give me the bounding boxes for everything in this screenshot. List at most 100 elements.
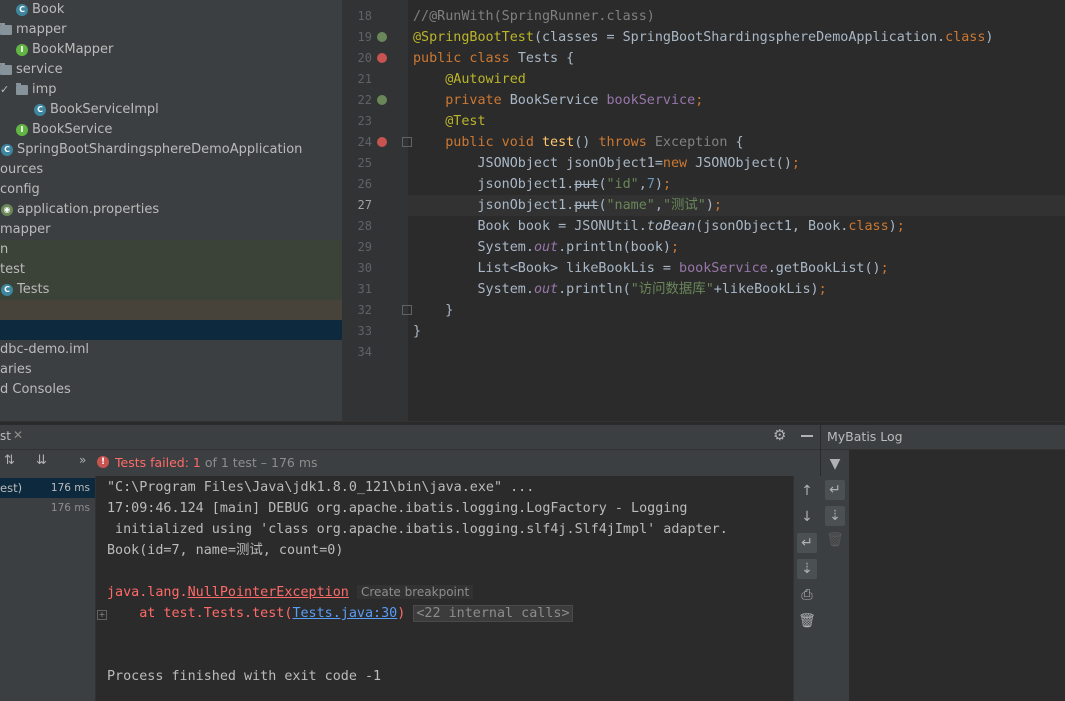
test-result-row[interactable]: 176 ms <box>0 498 95 518</box>
print-icon[interactable]: ⎙ <box>797 585 817 605</box>
code-line[interactable]: @SpringBootTest(classes = SpringBootShar… <box>413 27 993 48</box>
code-token: (classes = SpringBootShardingsphereDemoA… <box>533 30 946 45</box>
code-line[interactable]: JSONObject jsonObject1=new JSONObject(); <box>413 153 800 174</box>
test-duration: 176 ms <box>50 502 90 514</box>
tree-item[interactable]: mapper <box>0 220 350 240</box>
tree-item[interactable] <box>0 320 350 340</box>
settings-gear-icon[interactable]: ⚙ <box>773 426 786 444</box>
tree-item[interactable]: C BookServiceImpl <box>0 100 350 120</box>
line-number: 28 <box>357 219 372 233</box>
code-line[interactable]: jsonObject1.put("name","测试"); <box>413 195 721 216</box>
tree-item[interactable]: C Tests <box>0 280 350 300</box>
code-token: } <box>413 324 422 339</box>
test-duration: 176 ms <box>50 482 90 494</box>
tests-failed-label: Tests failed: 1 <box>115 455 201 470</box>
mybatis-log-area[interactable] <box>849 450 1065 701</box>
down-arrow-icon[interactable]: ↓ <box>797 507 817 527</box>
tree-item-label: n <box>0 242 9 257</box>
fold-icon[interactable] <box>402 305 412 315</box>
tree-item-label: Book <box>32 2 65 17</box>
run-tab-label[interactable]: st <box>0 429 11 443</box>
exception-link[interactable]: NullPointerException <box>188 585 349 600</box>
tree-item[interactable]: C Book <box>0 0 350 20</box>
code-line[interactable]: } <box>413 300 453 321</box>
code-token: ; <box>896 219 905 234</box>
spring-bean-icon[interactable] <box>377 32 387 42</box>
tree-item-label: mapper <box>0 222 51 237</box>
tree-item-label: test <box>0 262 25 277</box>
tree-item[interactable]: aries <box>0 360 350 380</box>
run-test-method-icon[interactable] <box>377 137 387 147</box>
sort-icon[interactable]: ⇅ <box>4 453 15 468</box>
code-token: .getBookList() <box>767 261 881 276</box>
code-token: Book book = JSONUtil. <box>413 219 647 234</box>
scroll-to-end-icon[interactable]: ⇣ <box>825 506 845 526</box>
at-close: ) <box>397 606 406 621</box>
code-token: ; <box>818 282 827 297</box>
code-line[interactable]: //@RunWith(SpringRunner.class) <box>413 6 655 27</box>
minimize-icon[interactable] <box>801 435 813 437</box>
tree-item[interactable]: d Consoles <box>0 380 350 400</box>
test-status: Tests failed: 1 of 1 test – 176 ms <box>115 455 318 470</box>
tree-item[interactable]: service <box>0 60 350 80</box>
code-line[interactable]: jsonObject1.put("id",7); <box>413 174 671 195</box>
line-number: 24 <box>357 135 372 149</box>
more-icon[interactable]: » <box>79 453 86 467</box>
code-line[interactable]: List<Book> likeBookLis = bookService.get… <box>413 258 888 279</box>
code-token: } <box>413 303 454 318</box>
expand-icon[interactable]: + <box>97 610 107 620</box>
code-line[interactable]: private BookService bookService; <box>413 90 703 111</box>
code-line[interactable]: public void test() throws Exception { <box>413 132 744 153</box>
code-token: private <box>445 93 510 108</box>
code-line[interactable]: @Test <box>413 111 485 132</box>
class-icon: C <box>1 144 13 156</box>
chevron-down-icon[interactable]: ✓ <box>0 80 9 100</box>
tree-item[interactable] <box>0 300 350 320</box>
code-line[interactable]: } <box>413 321 421 342</box>
console-line: Book(id=7, name=测试, count=0) <box>107 543 344 558</box>
tree-item-label: application.properties <box>17 202 160 217</box>
filter-icon[interactable]: ▼ <box>825 454 845 474</box>
tree-item[interactable]: mapper <box>0 20 350 40</box>
code-line[interactable]: public class Tests { <box>413 48 574 69</box>
code-line[interactable]: System.out.println(book); <box>413 237 679 258</box>
line-number: 26 <box>357 177 372 191</box>
console-line: initialized using 'class org.apache.ibat… <box>107 522 728 537</box>
folder-icon <box>0 23 12 35</box>
tree-item[interactable]: dbc-demo.iml <box>0 340 350 360</box>
scroll-to-end-icon[interactable]: ⇣ <box>797 559 817 579</box>
tree-item-label: service <box>16 62 63 77</box>
tree-item[interactable]: I BookService <box>0 120 350 140</box>
trash-icon[interactable]: 🗑 <box>797 611 817 631</box>
tree-item[interactable]: config <box>0 180 350 200</box>
tree-item[interactable]: ◉ application.properties <box>0 200 350 220</box>
soft-wrap-icon[interactable]: ↵ <box>825 480 845 500</box>
code-line[interactable]: System.out.println("访问数据库"+likeBookLis); <box>413 279 827 300</box>
internal-calls-fold[interactable]: <22 internal calls> <box>413 605 573 622</box>
code-token: //@RunWith(SpringRunner.class) <box>413 9 655 24</box>
code-token: ; <box>671 240 680 255</box>
panel-divider[interactable] <box>342 0 350 421</box>
tree-item[interactable]: test <box>0 260 350 280</box>
tree-item[interactable]: ources <box>0 160 350 180</box>
source-link[interactable]: Tests.java:30 <box>292 606 397 621</box>
collapse-icon[interactable]: ⇊ <box>36 453 47 468</box>
run-test-class-icon[interactable] <box>377 53 387 63</box>
tree-item[interactable]: I BookMapper <box>0 40 350 60</box>
autowired-bean-icon[interactable] <box>377 95 387 105</box>
tree-item[interactable]: C SpringBootShardingsphereDemoApplication <box>0 140 350 160</box>
fold-icon[interactable] <box>402 137 412 147</box>
class-icon: C <box>1 284 13 296</box>
close-tab-icon[interactable]: ✕ <box>13 428 23 442</box>
tree-item[interactable]: ✓ imp <box>0 80 350 100</box>
code-token: BookService <box>509 93 607 108</box>
code-line[interactable]: Book book = JSONUtil.toBean(jsonObject1,… <box>413 216 905 237</box>
soft-wrap-icon[interactable]: ↵ <box>797 533 817 553</box>
tree-item[interactable]: n <box>0 240 350 260</box>
up-arrow-icon[interactable]: ↑ <box>797 481 817 501</box>
mybatis-log-title[interactable]: MyBatis Log <box>827 429 903 444</box>
code-line[interactable]: @Autowired <box>413 69 526 90</box>
create-breakpoint-link[interactable]: Create breakpoint <box>356 585 474 599</box>
test-result-row[interactable]: est) 176 ms <box>0 478 95 498</box>
code-token: { <box>727 135 744 150</box>
